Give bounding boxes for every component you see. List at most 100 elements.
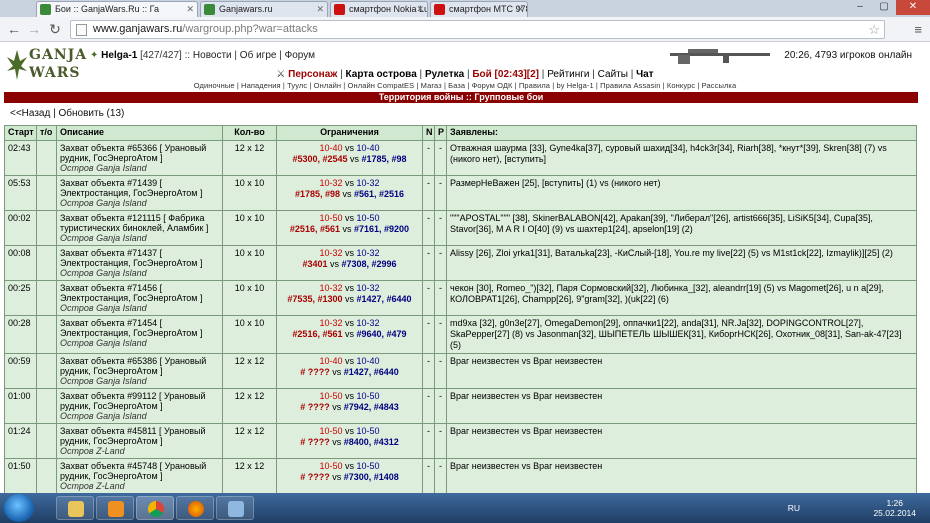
description-text[interactable]: Захват объекта #99112 [ Урановый рудник,…	[60, 391, 219, 411]
applied-players[interactable]: Враг неизвестен vs Враг неизвестен	[446, 423, 917, 459]
applied-players[interactable]: чекон [30], Romeo_")[32], Паря Сормовски…	[446, 280, 917, 316]
applied-players[interactable]: Alissy [26], Zloi yrka1[31], Вaтaльkа[23…	[446, 245, 917, 281]
nav-news-link[interactable]: Новости	[193, 50, 232, 61]
description-text[interactable]: Захват объекта #45748 [ Урановый рудник,…	[60, 461, 219, 481]
nav-battle[interactable]: Бой [02:43][2]	[472, 69, 539, 80]
tab-close-icon[interactable]: ✕	[186, 2, 194, 16]
url-input[interactable]: www.ganjawars.ru/wargroup.php?war=attack…	[70, 20, 885, 39]
tab-close-icon[interactable]: ✕	[416, 2, 424, 16]
team-b-syndicates[interactable]: #1785, #98	[362, 154, 407, 164]
nav-chat[interactable]: Чат	[636, 69, 654, 80]
team-a-syndicates[interactable]: #2516, #561	[290, 224, 340, 234]
team-size: 12 x 12	[222, 423, 277, 459]
limits-cell: 10-50 vs 10-50 #2516, #561 vs #7161, #920…	[276, 210, 423, 246]
clock[interactable]: 1:26 25.02.2014	[873, 498, 916, 518]
start-time: 01:24	[4, 423, 37, 459]
applied-players[interactable]: Отважная шаурма [33], Gyne4ka[37], суров…	[446, 140, 917, 176]
team-a-syndicates[interactable]: #5300, #2545	[292, 154, 347, 164]
island-name: Остров Ganja Island	[60, 376, 147, 386]
team-b-syndicates[interactable]: #1427, #6440	[344, 367, 399, 377]
battle-description: Захват объекта #71437 [ Электростанция, …	[56, 245, 223, 281]
nav-ratings[interactable]: Рейтинги	[547, 69, 589, 80]
browser-tab-2[interactable]: Ganjawars.ru ✕	[200, 1, 328, 17]
team-b-syndicates[interactable]: #1427, #6440	[357, 294, 412, 304]
reload-icon[interactable]: ↻	[47, 21, 63, 37]
description-text[interactable]: Захват объекта #121115 [ Фабрика туристи…	[60, 213, 219, 233]
team-b-syndicates[interactable]: #9640, #479	[357, 329, 407, 339]
limits-cell: 10-32 vs 10-32 #2516, #561 vs #9640, #479	[276, 315, 423, 354]
taskbar-paint[interactable]	[216, 496, 254, 520]
nav-about-link[interactable]: Об игре	[240, 50, 277, 61]
nav-sites[interactable]: Сайты	[598, 69, 628, 80]
team-b-syndicates[interactable]: #7161, #9200	[354, 224, 409, 234]
close-window-icon[interactable]: ✕	[896, 0, 930, 15]
description-text[interactable]: Захват объекта #71456 [ Электростанция, …	[60, 283, 219, 303]
team-a-syndicates[interactable]: #1785, #98	[295, 189, 340, 199]
back-arrow-icon[interactable]: ←	[6, 21, 22, 37]
team-a-syndicates[interactable]: #3401	[302, 259, 327, 269]
n-cell: -	[422, 388, 435, 424]
team-a-syndicates[interactable]: # ????	[300, 367, 330, 377]
start-time: 00:25	[4, 280, 37, 316]
minimize-icon[interactable]: –	[848, 0, 872, 15]
applied-players[interactable]: Враг неизвестен vs Враг неизвестен	[446, 388, 917, 424]
nav-character[interactable]: Персонаж	[288, 69, 337, 80]
back-refresh-line: <<Назад | Обновить (13)	[10, 108, 125, 119]
tab-close-icon[interactable]: ✕	[316, 2, 324, 16]
limits-cell: 10-50 vs 10-50 # ???? vs #8400, #4312	[276, 423, 423, 459]
level-range-b: 10-32	[356, 318, 380, 328]
team-a-syndicates[interactable]: # ????	[300, 402, 330, 412]
firefox-icon	[188, 501, 204, 517]
browser-tab-1[interactable]: Бои :: GanjaWars.Ru :: Га ✕	[36, 1, 198, 17]
applied-players[interactable]: Враг неизвестен vs Враг неизвестен	[446, 353, 917, 389]
team-b-syndicates[interactable]: #7308, #2996	[341, 259, 396, 269]
to-cell	[36, 140, 57, 176]
nav-roulette[interactable]: Рулетка	[425, 69, 464, 80]
team-b-syndicates[interactable]: #7942, #4843	[344, 402, 399, 412]
back-link[interactable]: <<Назад	[10, 108, 50, 119]
taskbar-media[interactable]	[96, 496, 134, 520]
maximize-icon[interactable]: ▢	[872, 0, 896, 15]
team-a-syndicates[interactable]: # ????	[300, 437, 330, 447]
applied-players[interactable]: md9xa [32], g0n3e[27], OmegaDemon[29], о…	[446, 315, 917, 354]
table-header-row: Старт т/о Описание Кол-во Ограничения N …	[4, 125, 917, 141]
tab-close-icon[interactable]: ✕	[516, 2, 524, 16]
applied-players[interactable]: """APOSTAL""" [38], SkinerBALABON[42], A…	[446, 210, 917, 246]
p-cell: -	[434, 458, 447, 494]
nav-forum-link[interactable]: Форум	[285, 50, 315, 61]
team-b-syndicates[interactable]: #7300, #1408	[344, 472, 399, 482]
bookmark-star-icon[interactable]: ☆	[868, 21, 880, 38]
language-indicator[interactable]: RU	[788, 503, 800, 513]
user-line: ✦ Helga-1 [427/427] :: Новости | Об игре…	[90, 50, 315, 61]
taskbar-explorer[interactable]	[56, 496, 94, 520]
taskbar-chrome[interactable]	[136, 496, 174, 520]
description-text[interactable]: Захват объекта #65386 [ Урановый рудник,…	[60, 356, 219, 376]
team-b-syndicates[interactable]: #8400, #4312	[344, 437, 399, 447]
description-text[interactable]: Захват объекта #71454 [ Электростанция, …	[60, 318, 219, 338]
refresh-link[interactable]: Обновить (13)	[59, 108, 125, 119]
description-text[interactable]: Захват объекта #65366 [ Урановый рудник,…	[60, 143, 219, 163]
description-text[interactable]: Захват объекта #45811 [ Урановый рудник,…	[60, 426, 219, 446]
nav-island-map[interactable]: Карта острова	[346, 69, 417, 80]
description-text[interactable]: Захват объекта #71439 [ Электростанция, …	[60, 178, 219, 198]
team-a-syndicates[interactable]: #7535, #1300	[287, 294, 342, 304]
description-text[interactable]: Захват объекта #71437 [ Электростанция, …	[60, 248, 219, 268]
team-a-syndicates[interactable]: #2516, #561	[292, 329, 342, 339]
taskbar-firefox[interactable]	[176, 496, 214, 520]
paint-icon	[228, 501, 244, 517]
user-name[interactable]: Helga-1	[101, 50, 137, 61]
applied-players[interactable]: Враг неизвестен vs Враг неизвестен	[446, 458, 917, 494]
team-a-syndicates[interactable]: # ????	[300, 472, 330, 482]
battle-description: Захват объекта #121115 [ Фабрика туристи…	[56, 210, 223, 246]
start-button[interactable]	[4, 494, 34, 522]
sub-nav[interactable]: Одиночные | Нападения | Туулс | Онлайн |…	[0, 81, 930, 90]
island-name: Остров Ganja Island	[60, 268, 147, 278]
browser-tab-3[interactable]: смартфон Nokia Lumia 6 ✕	[330, 1, 428, 17]
team-size: 10 x 10	[222, 245, 277, 281]
team-b-syndicates[interactable]: #561, #2516	[354, 189, 404, 199]
to-cell	[36, 245, 57, 281]
browser-tab-4[interactable]: смартфон МТС 978 для р ✕	[430, 1, 528, 17]
forward-arrow-icon[interactable]: →	[26, 21, 42, 37]
browser-menu-icon[interactable]: ≡	[914, 22, 922, 37]
applied-players[interactable]: РазмерНеВажен [25], [вступить] (1) vs (н…	[446, 175, 917, 211]
